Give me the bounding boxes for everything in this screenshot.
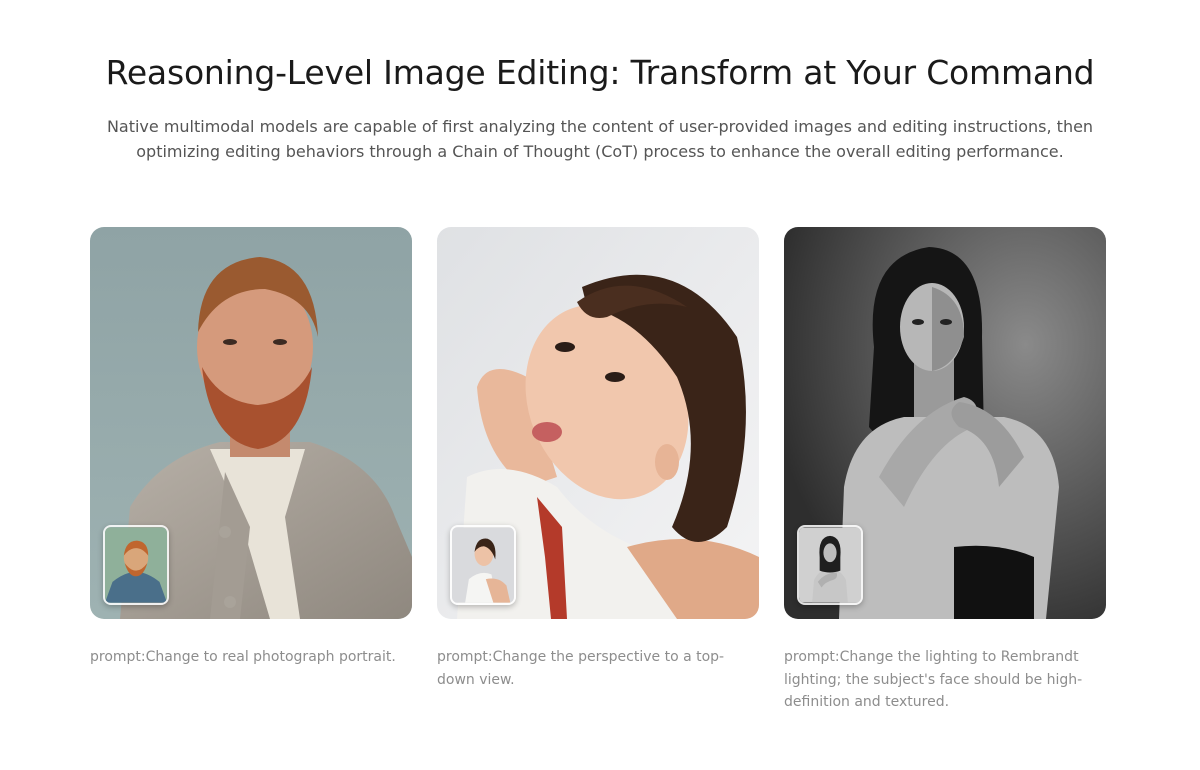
painted-self-portrait-thumbnail: [105, 527, 167, 603]
woman-side-view-thumbnail: [452, 527, 514, 603]
woman-flat-lit-thumbnail: [799, 527, 861, 603]
result-image-3[interactable]: [784, 227, 1106, 619]
source-thumbnail-3[interactable]: [797, 525, 863, 605]
prompt-text-2: prompt:Change the perspective to a top-d…: [437, 649, 725, 688]
prompt-text-3: prompt:Change the lighting to Rembrandt …: [784, 649, 1083, 710]
example-cards: prompt:Change to real photograph portrai…: [90, 227, 1106, 714]
example-card-2: prompt:Change the perspective to a top-d…: [437, 227, 759, 714]
prompt-text-1: prompt:Change to real photograph portrai…: [90, 649, 396, 665]
hero-section: Reasoning-Level Image Editing: Transform…: [0, 50, 1200, 164]
example-card-1: prompt:Change to real photograph portrai…: [90, 227, 412, 714]
source-thumbnail-1[interactable]: [103, 525, 169, 605]
example-card-3: prompt:Change the lighting to Rembrandt …: [784, 227, 1106, 714]
result-image-2[interactable]: [437, 227, 759, 619]
page-title: Reasoning-Level Image Editing: Transform…: [105, 53, 1095, 92]
page-subtitle: Native multimodal models are capable of …: [106, 117, 1094, 161]
source-thumbnail-2[interactable]: [450, 525, 516, 605]
result-image-1[interactable]: [90, 227, 412, 619]
